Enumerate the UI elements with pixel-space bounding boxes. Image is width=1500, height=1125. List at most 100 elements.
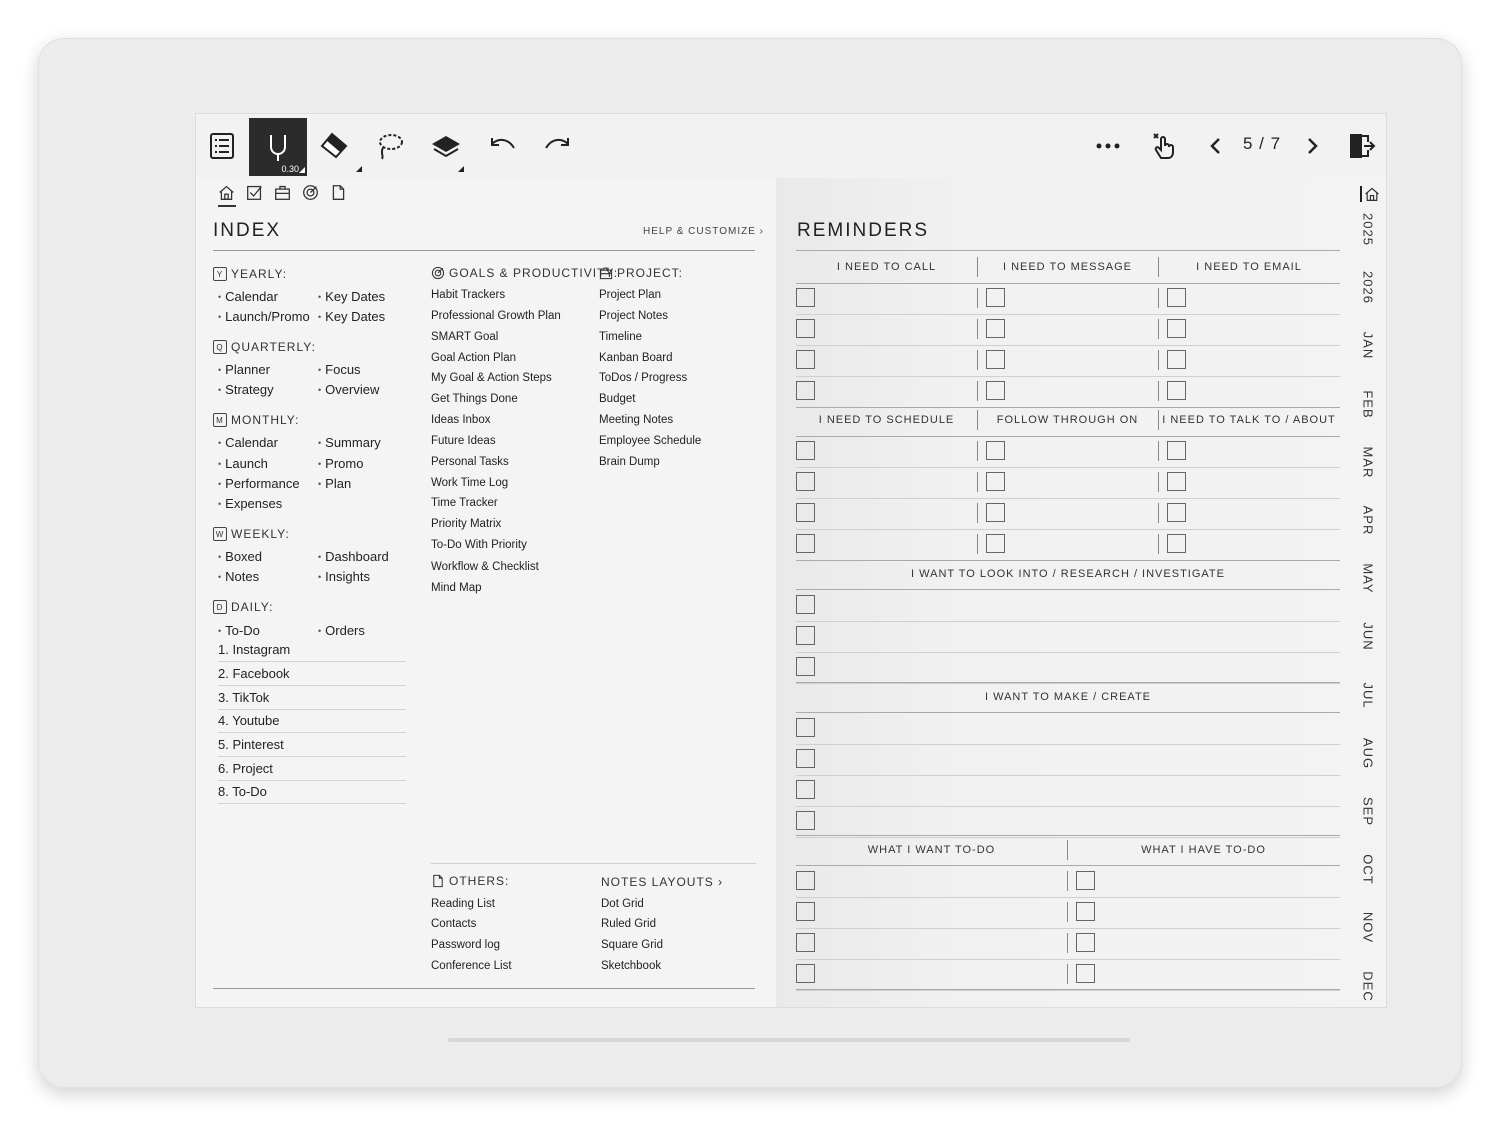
next-page-button[interactable] — [1286, 120, 1338, 172]
reminder-checkbox[interactable] — [796, 472, 815, 491]
monthly-heading[interactable]: M MONTHLY: — [213, 413, 299, 427]
tab-sep[interactable]: SEP — [1361, 794, 1376, 830]
tab-may[interactable]: MAY — [1361, 561, 1376, 597]
reminder-checkbox[interactable] — [1167, 441, 1186, 460]
reminder-checkbox[interactable] — [986, 288, 1005, 307]
reminder-checkbox[interactable] — [986, 534, 1005, 553]
reminder-checkbox[interactable] — [986, 472, 1005, 491]
reminder-checkbox[interactable] — [986, 441, 1005, 460]
reminder-checkbox[interactable] — [796, 780, 815, 799]
link-project-notes[interactable]: Project Notes — [599, 310, 668, 322]
link-contacts[interactable]: Contacts — [431, 918, 476, 930]
undo-button[interactable] — [476, 120, 528, 172]
help-customize-link[interactable]: HELP & CUSTOMIZE › — [643, 226, 764, 237]
link-employee-schedule[interactable]: Employee Schedule — [599, 435, 701, 447]
link-quarterly-overview[interactable]: Overview — [318, 382, 379, 397]
link-yearly-key-dates[interactable]: Key Dates — [318, 289, 385, 304]
reminder-checkbox[interactable] — [796, 288, 815, 307]
link-meeting-notes[interactable]: Meeting Notes — [599, 414, 673, 426]
tab-2025[interactable]: 2025 — [1361, 212, 1376, 248]
reminder-checkbox[interactable] — [796, 811, 815, 830]
reminder-checkbox[interactable] — [796, 933, 815, 952]
reminder-checkbox[interactable] — [1167, 288, 1186, 307]
link-work-time-log[interactable]: Work Time Log — [431, 477, 508, 489]
link-weekly-notes[interactable]: Notes — [218, 569, 259, 584]
link-quarterly-strategy[interactable]: Strategy — [218, 382, 273, 397]
tab-nov[interactable]: NOV — [1361, 910, 1376, 946]
link-monthly-launch[interactable]: Launch — [218, 456, 268, 471]
prev-page-button[interactable] — [1190, 120, 1242, 172]
nav-tasks[interactable] — [244, 182, 264, 202]
reminder-checkbox[interactable] — [1076, 933, 1095, 952]
link-time-tracker[interactable]: Time Tracker — [431, 497, 498, 509]
reminder-checkbox[interactable] — [986, 319, 1005, 338]
link-monthly-performance[interactable]: Performance — [218, 476, 299, 491]
reminder-checkbox[interactable] — [986, 381, 1005, 400]
reminder-checkbox[interactable] — [1167, 319, 1186, 338]
link-get-things-done[interactable]: Get Things Done — [431, 393, 518, 405]
link-yearly-launch-promo[interactable]: Launch/Promo — [218, 309, 310, 324]
link-password-log[interactable]: Password log — [431, 939, 500, 951]
tab-jun[interactable]: JUN — [1361, 619, 1376, 655]
link-quarterly-planner[interactable]: Planner — [218, 362, 270, 377]
lasso-button[interactable] — [364, 120, 416, 172]
link-daily-todo[interactable]: To-Do — [218, 623, 260, 638]
link-workflow-checklist[interactable]: Workflow & Checklist — [431, 561, 539, 573]
link-professional-growth-plan[interactable]: Professional Growth Plan — [431, 310, 561, 322]
more-button[interactable] — [1082, 120, 1134, 172]
reminder-checkbox[interactable] — [796, 381, 815, 400]
touch-toggle-button[interactable] — [1138, 120, 1190, 172]
reminder-checkbox[interactable] — [796, 595, 815, 614]
link-daily-3[interactable]: 3. TikTok — [218, 690, 269, 705]
link-square-grid[interactable]: Square Grid — [601, 939, 663, 951]
link-quarterly-focus[interactable]: Focus — [318, 362, 360, 377]
reminder-checkbox[interactable] — [986, 350, 1005, 369]
link-weekly-insights[interactable]: Insights — [318, 569, 370, 584]
link-weekly-dashboard[interactable]: Dashboard — [318, 549, 389, 564]
reminder-checkbox[interactable] — [1167, 534, 1186, 553]
link-kanban-board[interactable]: Kanban Board — [599, 352, 673, 364]
link-budget[interactable]: Budget — [599, 393, 635, 405]
link-yearly-calendar[interactable]: Calendar — [218, 289, 278, 304]
nav-home[interactable] — [216, 182, 236, 202]
link-conference-list[interactable]: Conference List — [431, 960, 512, 972]
nav-goals[interactable] — [300, 182, 320, 202]
link-ideas-inbox[interactable]: Ideas Inbox — [431, 414, 490, 426]
daily-heading[interactable]: D DAILY: — [213, 600, 273, 614]
eraser-button[interactable] — [308, 120, 362, 172]
reminder-checkbox[interactable] — [796, 503, 815, 522]
link-monthly-calendar[interactable]: Calendar — [218, 435, 278, 450]
link-daily-1[interactable]: 1. Instagram — [218, 642, 290, 657]
tab-mar[interactable]: MAR — [1361, 444, 1376, 480]
reminder-checkbox[interactable] — [796, 657, 815, 676]
tab-oct[interactable]: OCT — [1361, 852, 1376, 888]
layers-button[interactable] — [420, 120, 472, 172]
reminder-checkbox[interactable] — [1167, 381, 1186, 400]
reminder-checkbox[interactable] — [796, 718, 815, 737]
reminder-checkbox[interactable] — [1076, 902, 1095, 921]
tab-2026[interactable]: 2026 — [1361, 270, 1376, 306]
reminder-checkbox[interactable] — [1167, 472, 1186, 491]
reminder-checkbox[interactable] — [796, 319, 815, 338]
link-monthly-expenses[interactable]: Expenses — [218, 496, 282, 511]
link-brain-dump[interactable]: Brain Dump — [599, 456, 660, 468]
tab-apr[interactable]: APR — [1361, 503, 1376, 539]
redo-button[interactable] — [532, 120, 584, 172]
link-my-goal-action-steps[interactable]: My Goal & Action Steps — [431, 372, 552, 384]
toc-button[interactable] — [196, 120, 248, 172]
others-heading[interactable]: OTHERS: — [431, 874, 509, 888]
link-todo-with-priority[interactable]: To-Do With Priority — [431, 539, 527, 551]
link-dot-grid[interactable]: Dot Grid — [601, 898, 644, 910]
quarterly-heading[interactable]: Q QUARTERLY: — [213, 340, 316, 354]
goals-heading[interactable]: GOALS & PRODUCTIVITY: — [431, 266, 618, 280]
tab-aug[interactable]: AUG — [1361, 735, 1376, 771]
reminder-checkbox[interactable] — [1076, 871, 1095, 890]
reminder-checkbox[interactable] — [796, 871, 815, 890]
tab-feb[interactable]: FEB — [1361, 386, 1376, 422]
tab-dec[interactable]: DEC — [1361, 968, 1376, 1004]
reminder-checkbox[interactable] — [796, 964, 815, 983]
exit-button[interactable] — [1334, 120, 1386, 172]
link-personal-tasks[interactable]: Personal Tasks — [431, 456, 509, 468]
nav-project[interactable] — [272, 182, 292, 202]
pen-tool-button[interactable]: 0.30 — [249, 118, 307, 176]
